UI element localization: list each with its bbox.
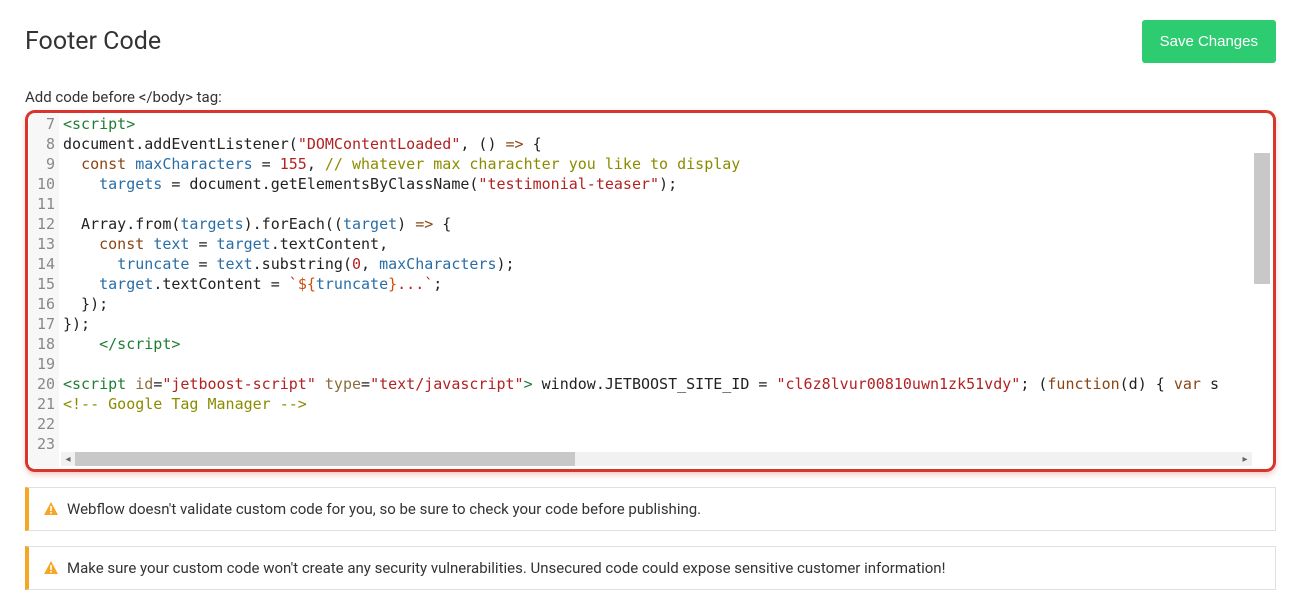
- code-line[interactable]: </script>: [63, 334, 1272, 354]
- line-number: 15: [29, 274, 55, 294]
- alert-validate: Webflow doesn't validate custom code for…: [25, 487, 1276, 531]
- code-line[interactable]: const text = target.textContent,: [63, 234, 1272, 254]
- scroll-right-arrow-icon[interactable]: ▸: [1238, 452, 1252, 466]
- scroll-left-arrow-icon[interactable]: ◂: [61, 452, 75, 466]
- code-line[interactable]: });: [63, 314, 1272, 334]
- header-row: Footer Code Save Changes: [25, 20, 1276, 63]
- code-line[interactable]: document.addEventListener("DOMContentLoa…: [63, 134, 1272, 154]
- code-line[interactable]: truncate = text.substring(0, maxCharacte…: [63, 254, 1272, 274]
- code-line[interactable]: [63, 434, 1272, 454]
- alert-text: Webflow doesn't validate custom code for…: [67, 500, 701, 518]
- footer-code-editor[interactable]: 7891011121314151617181920212223 <script>…: [25, 110, 1276, 472]
- warning-icon: [43, 560, 59, 576]
- line-number: 10: [29, 174, 55, 194]
- code-line[interactable]: [63, 354, 1272, 374]
- line-number: 19: [29, 354, 55, 374]
- line-number: 12: [29, 214, 55, 234]
- line-number: 21: [29, 394, 55, 414]
- line-number: 23: [29, 434, 55, 454]
- line-number: 11: [29, 194, 55, 214]
- warning-icon: [43, 501, 59, 517]
- editor-label: Add code before </body> tag:: [25, 88, 1276, 106]
- line-number: 22: [29, 414, 55, 434]
- line-number: 17: [29, 314, 55, 334]
- horizontal-scrollbar-thumb[interactable]: [75, 452, 575, 466]
- line-number: 13: [29, 234, 55, 254]
- line-number: 7: [29, 114, 55, 134]
- code-line[interactable]: });: [63, 294, 1272, 314]
- line-number: 9: [29, 154, 55, 174]
- line-number-gutter: 7891011121314151617181920212223: [29, 114, 59, 468]
- line-number: 8: [29, 134, 55, 154]
- vertical-scrollbar-thumb[interactable]: [1254, 153, 1270, 284]
- code-line[interactable]: target.textContent = `${truncate}...`;: [63, 274, 1272, 294]
- code-line[interactable]: [63, 414, 1272, 434]
- line-number: 18: [29, 334, 55, 354]
- code-area[interactable]: <script>document.addEventListener("DOMCo…: [59, 114, 1272, 468]
- alert-text: Make sure your custom code won't create …: [67, 559, 945, 577]
- save-changes-button[interactable]: Save Changes: [1142, 20, 1276, 63]
- alert-security: Make sure your custom code won't create …: [25, 546, 1276, 590]
- code-line[interactable]: const maxCharacters = 155, // whatever m…: [63, 154, 1272, 174]
- code-line[interactable]: <script>: [63, 114, 1272, 134]
- horizontal-scrollbar[interactable]: ◂ ▸: [61, 452, 1252, 466]
- code-line[interactable]: <!-- Google Tag Manager -->: [63, 394, 1272, 414]
- line-number: 14: [29, 254, 55, 274]
- code-line[interactable]: targets = document.getElementsByClassNam…: [63, 174, 1272, 194]
- page-title: Footer Code: [25, 27, 161, 56]
- line-number: 20: [29, 374, 55, 394]
- line-number: 16: [29, 294, 55, 314]
- code-line[interactable]: <script id="jetboost-script" type="text/…: [63, 374, 1272, 394]
- code-line[interactable]: [63, 194, 1272, 214]
- code-line[interactable]: Array.from(targets).forEach((target) => …: [63, 214, 1272, 234]
- horizontal-scrollbar-track[interactable]: [75, 452, 1238, 466]
